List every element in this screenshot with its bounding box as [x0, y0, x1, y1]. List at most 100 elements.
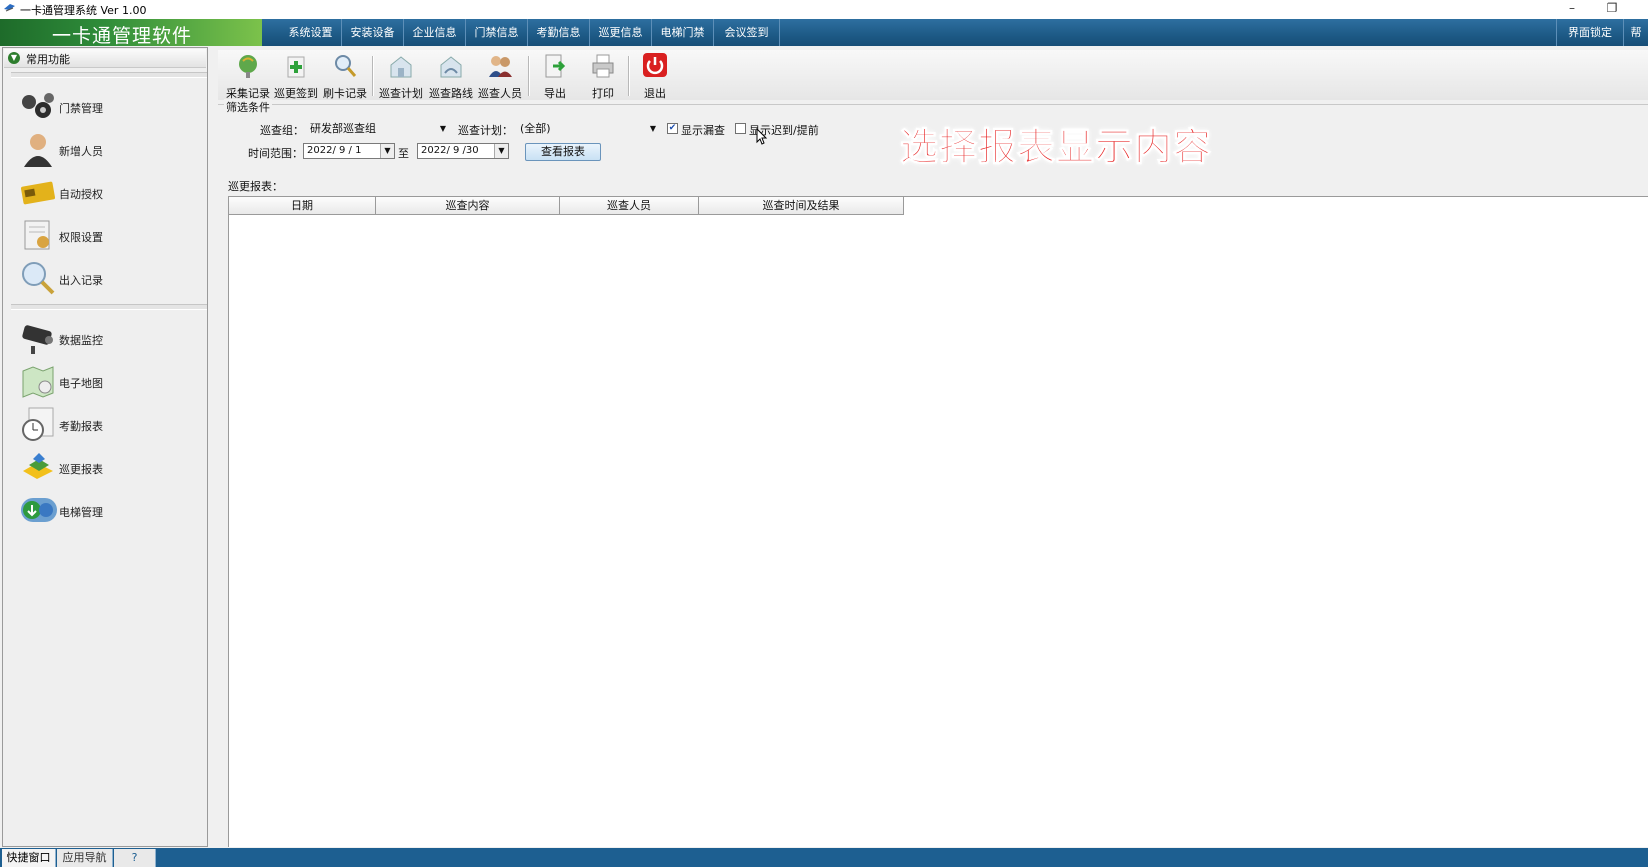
- brand-banner: 一卡通管理软件: [0, 19, 262, 47]
- bottom-tab-strip: 快捷窗口 应用导航 ?: [0, 848, 1648, 867]
- column-header-time-result[interactable]: 巡查时间及结果: [699, 197, 904, 215]
- card-icon: [20, 181, 56, 205]
- menu-install-device[interactable]: 安装设备: [342, 19, 404, 46]
- people-icon: [489, 56, 512, 77]
- patrol-plan-button[interactable]: 巡查计划: [376, 50, 426, 100]
- patrol-staff-button[interactable]: 巡查人员: [475, 50, 525, 100]
- menu-elevator-access[interactable]: 电梯门禁: [652, 19, 714, 46]
- person-icon: [24, 134, 52, 167]
- sidebar-item-label: 电梯管理: [59, 506, 103, 519]
- sidebar-item-e-map[interactable]: 电子地图: [15, 361, 203, 401]
- collect-records-button[interactable]: 采集记录: [223, 50, 273, 100]
- sidebar-item-label: 数据监控: [59, 334, 103, 347]
- collect-icon: [239, 55, 257, 78]
- menu-help[interactable]: 帮: [1624, 19, 1648, 46]
- sidebar-item-label: 考勤报表: [59, 420, 103, 433]
- patrol-signin-button[interactable]: 巡更签到: [271, 50, 321, 100]
- sidebar-item-patrol-report[interactable]: 巡更报表: [15, 447, 203, 487]
- sidebar-item-label: 门禁管理: [59, 102, 103, 115]
- view-report-button[interactable]: 查看报表: [525, 143, 601, 161]
- help-icon: ?: [131, 851, 138, 864]
- column-header-content[interactable]: 巡查内容: [376, 197, 560, 215]
- column-header-staff[interactable]: 巡查人员: [560, 197, 699, 215]
- menu-system-settings[interactable]: 系统设置: [280, 19, 342, 46]
- show-missed-checkbox[interactable]: ✔: [667, 123, 678, 134]
- toolbar-label: 巡查路线: [429, 87, 473, 100]
- date-from-picker[interactable]: 2022/ 9 / 1 ▼: [303, 143, 395, 159]
- menu-meeting-signin[interactable]: 会议签到: [714, 19, 780, 46]
- sidebar-item-attendance-report[interactable]: 考勤报表: [15, 404, 203, 444]
- toolbar-label: 巡查人员: [478, 87, 522, 100]
- calendar-dropdown-icon[interactable]: ▼: [380, 144, 394, 158]
- route-icon: [440, 56, 462, 78]
- sidebar-item-auto-authorize[interactable]: 自动授权: [15, 172, 203, 212]
- export-icon: [545, 54, 566, 78]
- tab-shortcut-window[interactable]: 快捷窗口: [2, 849, 56, 867]
- date-to-picker[interactable]: 2022/ 9 /30 ▼: [417, 143, 509, 159]
- title-bar: 一卡通管理系统 Ver 1.00 – ❐: [0, 0, 1648, 19]
- toolbar: 采集记录 巡更签到 刷卡记录 巡查计划 巡查路线 巡查人员 导出 打印 退出: [218, 50, 1648, 100]
- report-label: 巡更报表：: [228, 180, 283, 193]
- restore-button[interactable]: ❐: [1602, 1, 1622, 15]
- sidebar-item-label: 电子地图: [59, 377, 103, 390]
- show-late-checkbox[interactable]: [735, 123, 746, 134]
- clock-icon: [22, 407, 54, 441]
- patrol-plan-value: (全部): [520, 122, 551, 135]
- menu-access-info[interactable]: 门禁信息: [466, 19, 528, 46]
- patrol-route-button[interactable]: 巡查路线: [426, 50, 476, 100]
- app-icon: [4, 4, 15, 12]
- panel-divider: [11, 304, 207, 310]
- map-icon: [22, 366, 54, 398]
- show-missed-label: 显示漏查: [681, 124, 725, 137]
- patrol-icon: [23, 453, 53, 479]
- sidebar-item-data-monitor[interactable]: 数据监控: [15, 318, 203, 358]
- patrol-plan-label: 巡查计划：: [458, 124, 513, 137]
- annotation-overlay: 选择报表显示内容: [899, 125, 1213, 170]
- sidebar-item-entry-records[interactable]: 出入记录: [15, 258, 203, 298]
- brand-title: 一卡通管理软件: [52, 25, 193, 47]
- sidebar-item-elevator-management[interactable]: 电梯管理: [15, 490, 203, 530]
- exit-button[interactable]: 退出: [630, 50, 680, 100]
- permission-icon: [24, 220, 50, 250]
- toolbar-label: 退出: [644, 87, 666, 100]
- sidebar-item-label: 权限设置: [59, 231, 103, 244]
- patrol-plan-select[interactable]: (全部) ▼: [514, 120, 660, 137]
- panel-divider: [11, 72, 207, 78]
- export-button[interactable]: 导出: [530, 50, 580, 100]
- elevator-icon: [21, 498, 57, 522]
- menu-patrol-info[interactable]: 巡更信息: [590, 19, 652, 46]
- toolbar-label: 巡更签到: [274, 87, 318, 100]
- sidebar-item-label: 出入记录: [59, 274, 103, 287]
- sidebar-item-door-access[interactable]: 门禁管理: [15, 86, 203, 126]
- collapse-chevron-icon[interactable]: ▼: [8, 52, 20, 64]
- menu-bar: 一卡通管理软件 系统设置 安装设备 企业信息 门禁信息 考勤信息 巡更信息 电梯…: [0, 19, 1648, 47]
- sidebar-item-label: 巡更报表: [59, 463, 103, 476]
- sidebar-item-new-person[interactable]: 新增人员: [15, 129, 203, 169]
- date-to-value: 2022/ 9 /30: [421, 145, 479, 156]
- menu-company-info[interactable]: 企业信息: [404, 19, 466, 46]
- plan-icon: [390, 56, 412, 78]
- toolbar-label: 导出: [544, 87, 566, 100]
- menu-attendance-info[interactable]: 考勤信息: [528, 19, 590, 46]
- swipe-records-button[interactable]: 刷卡记录: [320, 50, 370, 100]
- panel-header-label: 常用功能: [26, 53, 70, 66]
- panel-header[interactable]: ▼ 常用功能: [4, 49, 206, 68]
- calendar-dropdown-icon[interactable]: ▼: [494, 144, 508, 158]
- toolbar-separator: [372, 56, 374, 96]
- toolbar-label: 巡查计划: [379, 87, 423, 100]
- search-record-icon: [335, 55, 357, 77]
- menu-lock-ui[interactable]: 界面锁定: [1556, 19, 1624, 46]
- power-icon: [643, 53, 667, 77]
- sidebar-item-permission-settings[interactable]: 权限设置: [15, 215, 203, 255]
- sidebar-item-label: 新增人员: [59, 145, 103, 158]
- minimize-button[interactable]: –: [1562, 1, 1582, 15]
- tab-app-navigation[interactable]: 应用导航: [57, 849, 113, 867]
- sidebar-item-label: 自动授权: [59, 188, 103, 201]
- patrol-group-label: 巡查组：: [260, 124, 304, 137]
- patrol-group-select[interactable]: 研发部巡查组 ▼: [304, 120, 450, 137]
- chevron-down-icon: ▼: [649, 124, 657, 133]
- print-button[interactable]: 打印: [578, 50, 628, 100]
- report-table: 日期 巡查内容 巡查人员 巡查时间及结果: [228, 196, 1648, 847]
- column-header-date[interactable]: 日期: [229, 197, 376, 215]
- tab-help[interactable]: ?: [114, 849, 156, 867]
